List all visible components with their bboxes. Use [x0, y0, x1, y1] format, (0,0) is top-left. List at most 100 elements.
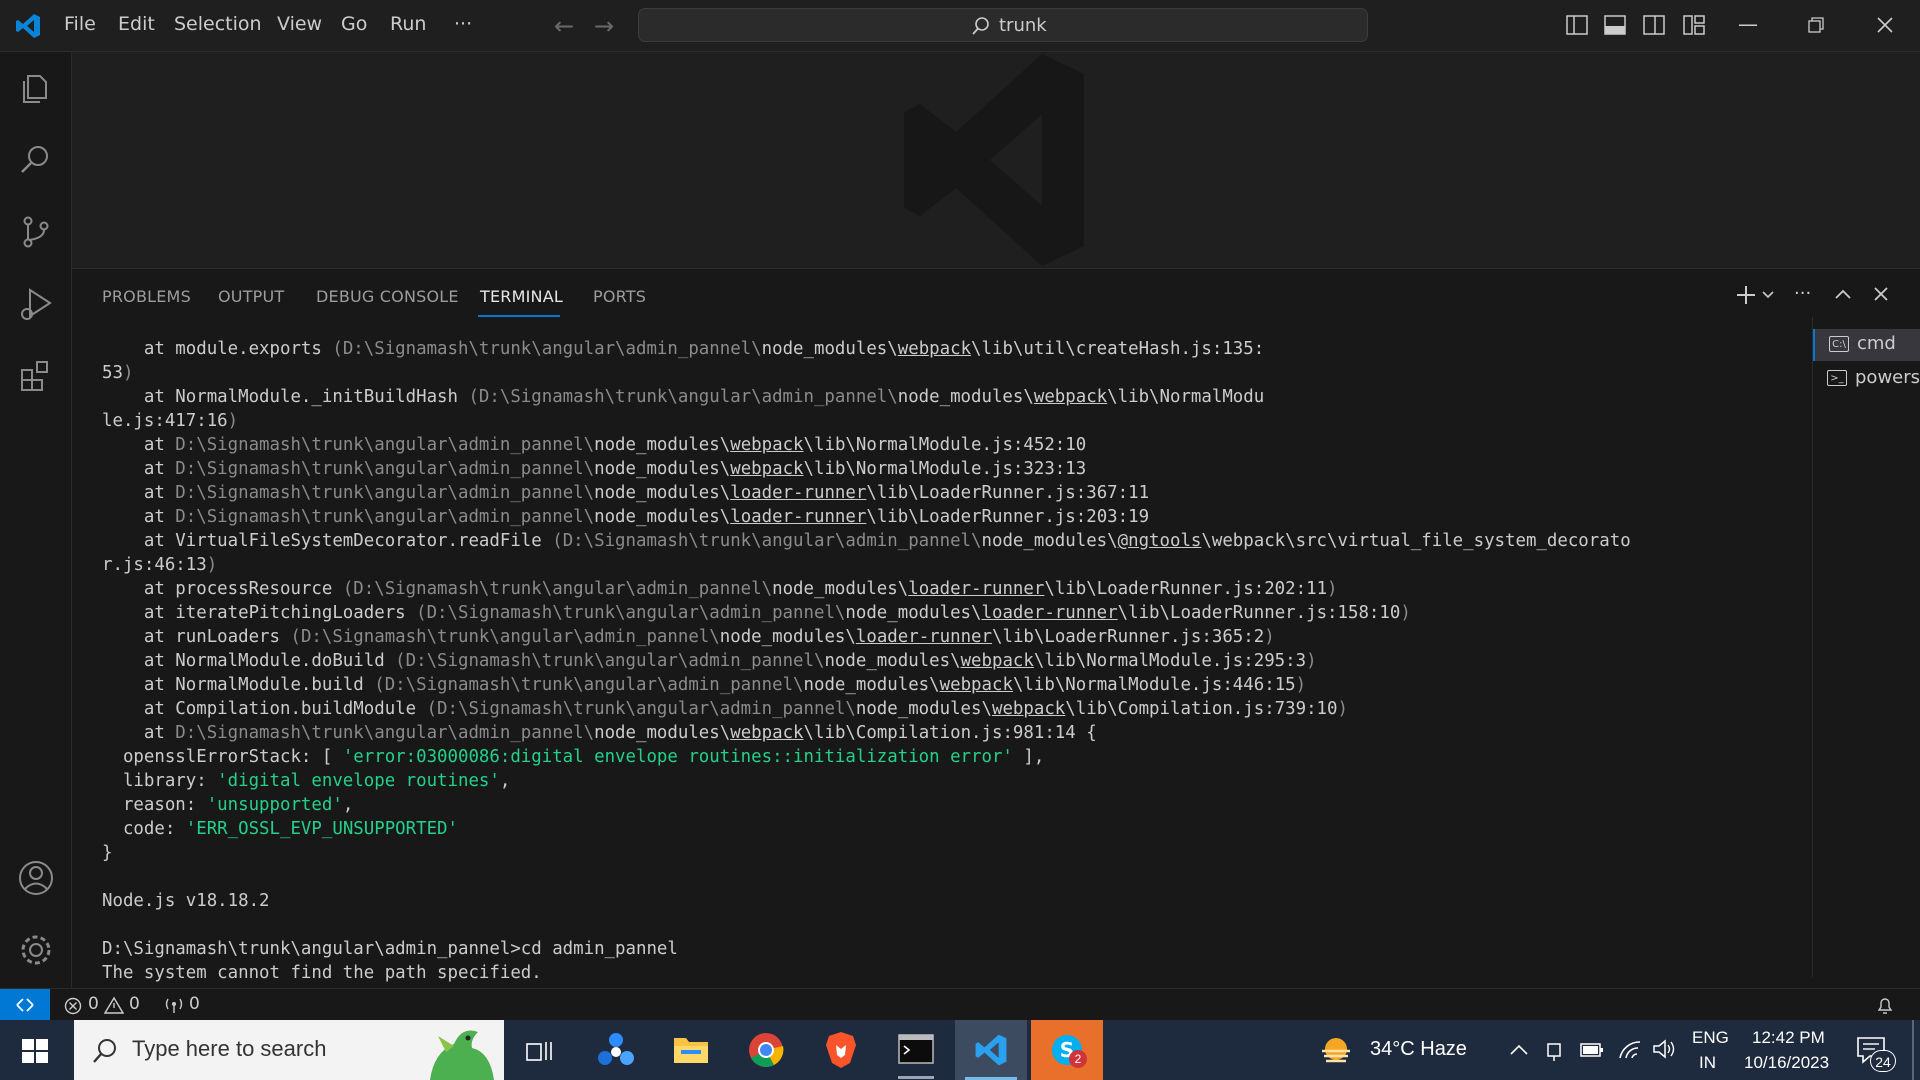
terminal-line: code: 'ERR_OSSL_EVP_UNSUPPORTED' [102, 819, 458, 839]
terminal-output[interactable]: at module.exports (D:\Signamash\trunk\an… [102, 337, 1782, 987]
minimize-icon[interactable]: — [1738, 12, 1758, 36]
terminal-line: le.js:417:16) [102, 411, 239, 431]
terminal-line: The system cannot find the path specifie… [102, 963, 542, 983]
close-panel-icon[interactable] [1874, 287, 1888, 301]
dragon-illustration-icon [430, 1030, 494, 1080]
chrome-icon [749, 1033, 784, 1067]
status-bar: 0 0 0 [0, 988, 1920, 1020]
error-icon[interactable] [64, 997, 82, 1015]
terminal-line: Node.js v18.18.2 [102, 891, 270, 911]
taskbar-app-blue-network[interactable] [580, 1020, 652, 1080]
taskbar-app-skype[interactable]: S 2 [1031, 1020, 1103, 1080]
taskbar-app-file-explorer[interactable] [655, 1020, 727, 1080]
taskbar-app-chrome[interactable] [730, 1020, 802, 1080]
tab-terminal[interactable]: TERMINAL [480, 287, 563, 306]
terminal-tab-powershell[interactable]: >_ powershell [1813, 363, 1920, 395]
error-count[interactable]: 0 [88, 994, 99, 1014]
menu-view[interactable]: View [277, 13, 322, 35]
show-desktop-button[interactable] [1912, 1020, 1914, 1080]
run-debug-icon[interactable] [16, 284, 56, 324]
taskbar-search-box[interactable]: Type here to search [74, 1020, 504, 1080]
menu-file[interactable]: File [64, 13, 96, 35]
command-prompt-icon [898, 1034, 934, 1064]
menu-selection[interactable]: Selection [174, 13, 262, 35]
weather-haze-icon[interactable] [1320, 1036, 1352, 1066]
accounts-icon[interactable] [16, 858, 56, 898]
task-view-icon[interactable] [526, 1040, 554, 1062]
ports-count[interactable]: 0 [189, 994, 200, 1014]
warning-count[interactable]: 0 [129, 994, 140, 1014]
skype-notification-badge: 2 [1069, 1050, 1087, 1068]
search-icon[interactable] [16, 140, 56, 180]
toggle-primary-sidebar-icon[interactable] [1566, 15, 1588, 35]
terminal-line: opensslErrorStack: [ 'error:03000086:dig… [102, 747, 1045, 767]
folder-icon [674, 1038, 708, 1063]
toggle-secondary-sidebar-icon[interactable] [1643, 15, 1665, 35]
vscode-icon [975, 1034, 1007, 1066]
battery-icon[interactable] [1580, 1042, 1604, 1058]
toggle-panel-icon[interactable] [1604, 15, 1626, 35]
maximize-panel-chevron-up-icon[interactable] [1835, 289, 1851, 299]
customize-layout-icon[interactable] [1683, 15, 1705, 35]
taskbar-app-brave[interactable] [805, 1020, 877, 1080]
terminal-tab-label: cmd [1857, 333, 1896, 354]
warning-icon[interactable] [104, 996, 124, 1014]
ports-antenna-icon[interactable] [164, 996, 184, 1014]
meet-now-icon[interactable] [1546, 1040, 1564, 1062]
terminal-line: D:\Signamash\trunk\angular\admin_pannel>… [102, 939, 678, 959]
taskbar-app-terminal[interactable] [880, 1020, 952, 1080]
back-arrow-icon[interactable]: ← [554, 12, 574, 40]
wifi-icon[interactable] [1618, 1038, 1642, 1060]
region-indicator[interactable]: IN [1699, 1053, 1716, 1073]
language-indicator[interactable]: ENG [1692, 1028, 1729, 1048]
source-control-icon[interactable] [16, 212, 56, 252]
windows-taskbar: Type here to search S 2 34°C Haze ENG IN… [0, 1020, 1920, 1080]
search-placeholder: Type here to search [132, 1036, 327, 1061]
more-actions-icon[interactable]: ··· [1794, 283, 1811, 304]
command-center-label: trunk [999, 15, 1047, 36]
forward-arrow-icon[interactable]: → [594, 12, 614, 40]
taskbar-app-vscode[interactable] [955, 1020, 1027, 1080]
terminal-line: at D:\Signamash\trunk\angular\admin_pann… [102, 459, 1087, 479]
restore-icon[interactable] [1808, 17, 1824, 33]
command-center-search[interactable]: trunk [638, 8, 1368, 42]
terminal-line: at D:\Signamash\trunk\angular\admin_pann… [102, 723, 1097, 743]
chevron-down-icon[interactable] [1762, 291, 1774, 299]
terminal-line: at NormalModule._initBuildHash (D:\Signa… [102, 387, 1265, 407]
notifications-bell-icon[interactable] [1876, 995, 1894, 1015]
explorer-icon[interactable] [16, 68, 56, 108]
terminal-line: at NormalModule.doBuild (D:\Signamash\tr… [102, 651, 1317, 671]
terminal-line: at module.exports (D:\Signamash\trunk\an… [102, 339, 1265, 359]
remote-indicator[interactable] [0, 989, 50, 1020]
tab-problems[interactable]: PROBLEMS [102, 287, 191, 306]
clock-time[interactable]: 12:42 PM [1752, 1028, 1825, 1048]
network-app-icon [598, 1033, 634, 1065]
search-icon [93, 1039, 116, 1063]
terminal-tab-cmd[interactable]: C:\ cmd [1813, 329, 1920, 361]
menu-edit[interactable]: Edit [118, 13, 155, 35]
windows-start-icon[interactable] [22, 1039, 48, 1063]
cmd-icon: C:\ [1829, 336, 1849, 352]
tab-debug-console[interactable]: DEBUG CONSOLE [316, 287, 459, 306]
menu-go[interactable]: Go [341, 13, 367, 35]
app-running-indicator [898, 1076, 934, 1079]
new-terminal-plus-icon[interactable] [1736, 285, 1756, 305]
tab-output[interactable]: OUTPUT [218, 287, 284, 306]
weather-text[interactable]: 34°C Haze [1370, 1038, 1467, 1061]
remote-icon [16, 998, 34, 1012]
settings-gear-icon[interactable] [16, 930, 56, 970]
vscode-watermark-icon [904, 54, 1084, 266]
extensions-icon[interactable] [16, 356, 56, 396]
terminal-line: at processResource (D:\Signamash\trunk\a… [102, 579, 1338, 599]
terminal-line: at NormalModule.build (D:\Signamash\trun… [102, 675, 1307, 695]
bottom-panel: PROBLEMS OUTPUT DEBUG CONSOLE TERMINAL P… [72, 268, 1920, 988]
volume-speaker-icon[interactable] [1652, 1038, 1676, 1060]
menu-run[interactable]: Run [390, 13, 426, 35]
menu-more[interactable]: ··· [454, 13, 472, 35]
show-hidden-icons-chevron-up-icon[interactable] [1510, 1044, 1528, 1056]
clock-date[interactable]: 10/16/2023 [1744, 1053, 1829, 1073]
tab-ports[interactable]: PORTS [593, 287, 646, 306]
terminal-line: at D:\Signamash\trunk\angular\admin_pann… [102, 483, 1150, 503]
close-window-icon[interactable] [1877, 17, 1893, 33]
